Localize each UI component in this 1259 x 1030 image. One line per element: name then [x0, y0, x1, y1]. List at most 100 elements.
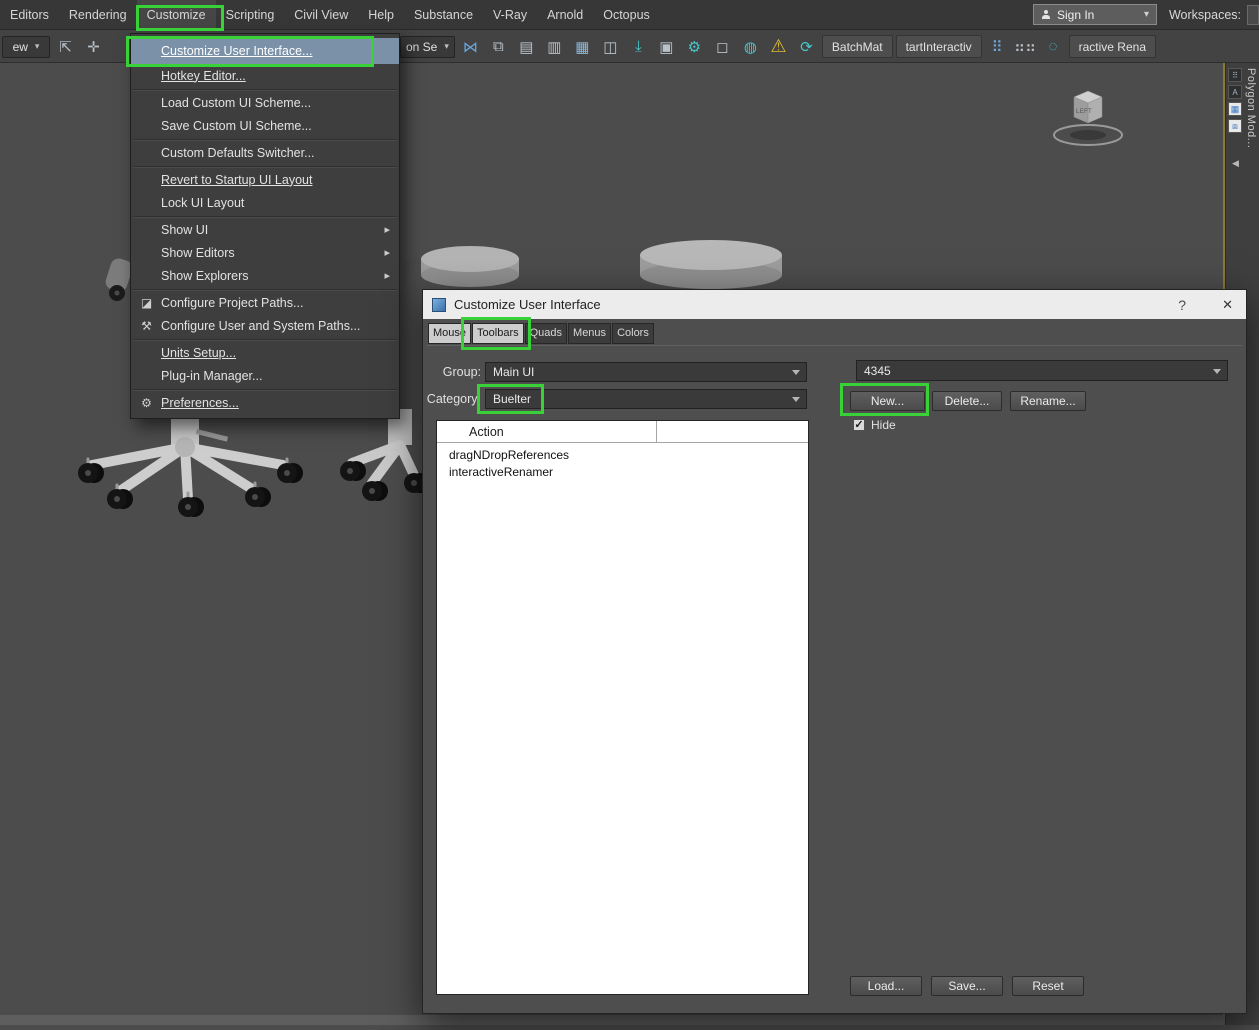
menu-editors[interactable]: Editors: [0, 0, 59, 29]
action-column-header: Action: [437, 421, 657, 442]
tab-colors[interactable]: Colors: [612, 323, 654, 344]
chevron-down-icon: ▾: [1143, 9, 1149, 20]
selection-set-dropdown[interactable]: on Se ▾: [400, 35, 455, 58]
menubar: Editors Rendering Customize Scripting Civil …: [0, 0, 1259, 30]
menu-civil-view[interactable]: Civil View: [284, 0, 358, 29]
warning-icon[interactable]: ⚠: [766, 34, 791, 60]
menu-item-customize-user-interface[interactable]: Customize User Interface...: [131, 38, 399, 64]
select-and-move-icon[interactable]: ✛: [81, 34, 106, 60]
menu-item-hotkey-editor[interactable]: Hotkey Editor...: [131, 64, 399, 90]
dialog-title: Customize User Interface: [454, 297, 601, 312]
menubar-items: Editors Rendering Customize Scripting Civil …: [0, 0, 660, 29]
actions-rows: dragNDropReferences interactiveRenamer: [437, 443, 808, 480]
load-button[interactable]: Load...: [850, 976, 922, 996]
render-production-icon[interactable]: ◍: [738, 34, 763, 60]
curve-editor-icon[interactable]: ◫: [598, 34, 623, 60]
save-button[interactable]: Save...: [931, 976, 1003, 996]
menu-item-icon: ⚒: [141, 318, 152, 333]
menu-item-show-explorers[interactable]: Show Explorers: [131, 264, 399, 290]
tab-mouse[interactable]: Mouse: [428, 323, 472, 344]
hide-label: Hide: [871, 418, 896, 432]
render-setup-icon[interactable]: ⚙: [682, 34, 707, 60]
tab-menus[interactable]: Menus: [568, 323, 612, 344]
category-dropdown[interactable]: Buelter: [485, 389, 807, 409]
dialog-titlebar[interactable]: Customize User Interface ? ✕: [423, 290, 1246, 319]
actions-list-header: Action: [437, 421, 808, 443]
menu-item-plugin-manager[interactable]: Plug-in Manager...: [131, 364, 399, 390]
menu-item-lock-ui-layout[interactable]: Lock UI Layout: [131, 191, 399, 217]
menu-item-configure-project-paths[interactable]: ◪ Configure Project Paths...: [131, 291, 399, 314]
tab-toolbars[interactable]: Toolbars: [472, 323, 524, 344]
help-button[interactable]: ?: [1178, 297, 1186, 313]
panel-icon-checker[interactable]: ▦: [1228, 102, 1242, 116]
workspaces-dropdown[interactable]: [1247, 4, 1259, 25]
sign-in-dropdown[interactable]: Sign In ▾: [1032, 4, 1157, 25]
mirror-icon[interactable]: ⋈: [458, 34, 483, 60]
menu-vray[interactable]: V-Ray: [483, 0, 537, 29]
viewport-layout-dropdown[interactable]: ew ▾: [2, 35, 50, 58]
start-interactive-button[interactable]: tartInteractiv: [895, 35, 982, 58]
hide-checkbox[interactable]: [853, 419, 865, 431]
reset-button[interactable]: Reset: [1012, 976, 1084, 996]
chevron-down-icon: [792, 397, 800, 402]
chair-seat: [421, 246, 519, 287]
action-row[interactable]: interactiveRenamer: [437, 463, 808, 480]
tab-quads[interactable]: Quads: [524, 323, 568, 344]
menu-item-custom-defaults-switcher[interactable]: Custom Defaults Switcher...: [131, 141, 399, 167]
chair-base: [78, 405, 303, 517]
toolbar-name-value: 4345: [864, 363, 891, 378]
ribbon-toggle-icon[interactable]: ▦: [570, 34, 595, 60]
align-icon[interactable]: ⧉: [486, 34, 511, 60]
panel-icon-a[interactable]: A: [1228, 85, 1242, 99]
menu-item-revert-startup-ui-layout[interactable]: Revert to Startup UI Layout: [131, 168, 399, 191]
dots-grid-icon[interactable]: ⠿: [985, 34, 1010, 60]
toggle-scene-explorer-icon[interactable]: ▤: [514, 34, 539, 60]
customize-menu: Customize User Interface... Hotkey Edito…: [130, 33, 400, 419]
category-label: Category:: [426, 392, 481, 406]
menu-arnold[interactable]: Arnold: [537, 0, 593, 29]
tabs-divider: [427, 345, 1242, 346]
menu-item-icon: ◪: [140, 295, 153, 310]
select-and-link-icon[interactable]: ⇱: [53, 34, 78, 60]
sign-in-label: Sign In: [1056, 7, 1095, 22]
menu-rendering[interactable]: Rendering: [59, 0, 137, 29]
chevron-down-icon: [792, 370, 800, 375]
measure-icon[interactable]: ⠶⠶: [1013, 34, 1038, 60]
menu-help[interactable]: Help: [358, 0, 404, 29]
group-value: Main UI: [493, 365, 535, 379]
chair-base-partial: [340, 409, 430, 501]
menu-item-units-setup[interactable]: Units Setup...: [131, 341, 399, 364]
action-row[interactable]: dragNDropReferences: [437, 446, 808, 463]
panel-icon-dots[interactable]: ⠿: [1228, 68, 1242, 82]
menu-item-load-custom-ui-scheme[interactable]: Load Custom UI Scheme...: [131, 91, 399, 114]
group-dropdown[interactable]: Main UI: [485, 362, 807, 382]
rendered-frame-window-icon[interactable]: ◻: [710, 34, 735, 60]
collapse-arrow-icon[interactable]: ◀: [1232, 158, 1239, 169]
menu-item-show-ui[interactable]: Show UI: [131, 218, 399, 241]
toggle-layer-explorer-icon[interactable]: ▥: [542, 34, 567, 60]
schematic-view-icon[interactable]: ⤓: [626, 34, 651, 60]
panel-icon-box[interactable]: ⧈: [1228, 119, 1242, 133]
menu-octopus[interactable]: Octopus: [593, 0, 660, 29]
actions-list: Action dragNDropReferences interactiveRen…: [436, 420, 809, 995]
menu-item-save-custom-ui-scheme[interactable]: Save Custom UI Scheme...: [131, 114, 399, 140]
user-icon: [1041, 9, 1051, 20]
delete-button[interactable]: Delete...: [932, 391, 1002, 411]
menu-customize[interactable]: Customize: [136, 0, 216, 29]
batchmat-button[interactable]: BatchMat: [821, 35, 893, 58]
dots-circle-icon[interactable]: ◌: [1041, 34, 1066, 60]
toolbar-name-dropdown[interactable]: 4345: [856, 360, 1228, 381]
menu-item-show-editors[interactable]: Show Editors: [131, 241, 399, 264]
close-button[interactable]: ✕: [1222, 297, 1233, 313]
rename-button[interactable]: Rename...: [1010, 391, 1086, 411]
menu-item-configure-user-system-paths[interactable]: ⚒ Configure User and System Paths...: [131, 314, 399, 340]
material-editor-icon[interactable]: ▣: [654, 34, 679, 60]
menu-scripting[interactable]: Scripting: [216, 0, 285, 29]
menu-substance[interactable]: Substance: [404, 0, 483, 29]
interactive-rename-button[interactable]: ractive Rena: [1068, 35, 1156, 58]
new-button[interactable]: New...: [850, 391, 925, 411]
viewcube[interactable]: LEFT: [1053, 90, 1123, 146]
hide-checkbox-row: Hide: [853, 418, 896, 432]
menu-item-preferences[interactable]: ⚙ Preferences...: [131, 391, 399, 414]
refresh-icon[interactable]: ⟳: [794, 34, 819, 60]
